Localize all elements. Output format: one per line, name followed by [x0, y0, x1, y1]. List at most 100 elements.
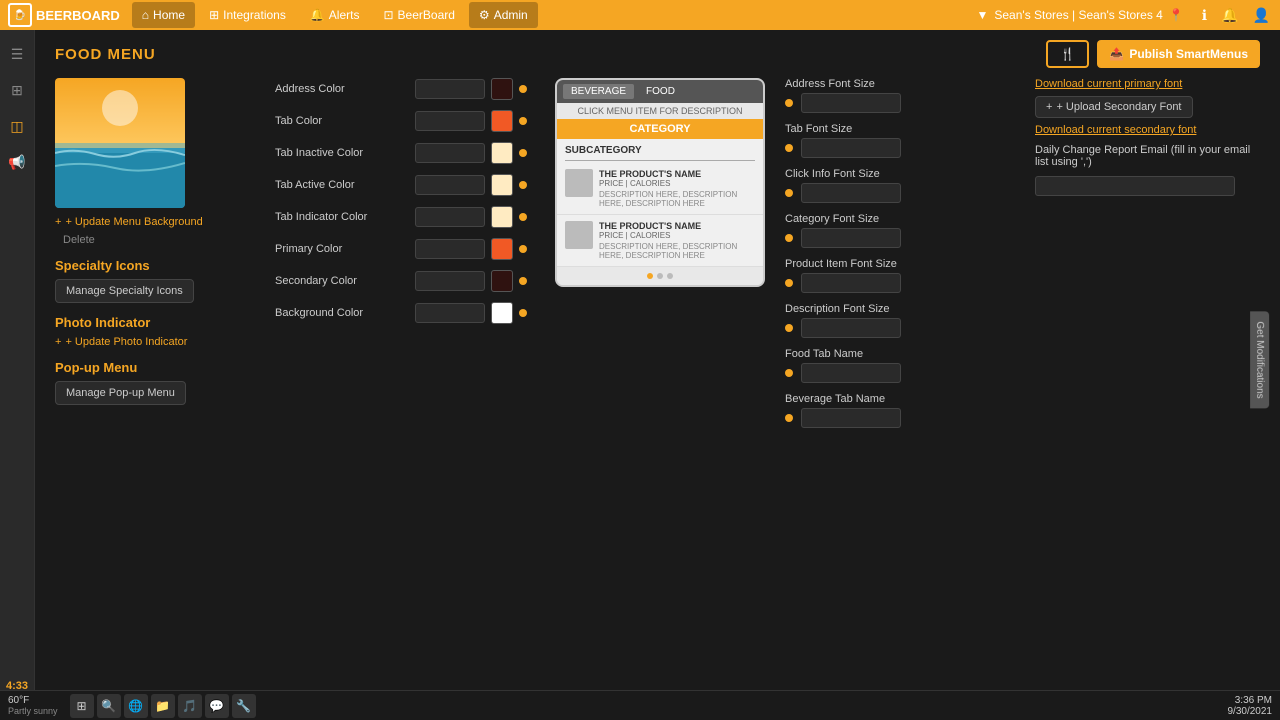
- update-menu-background-button[interactable]: + + Update Menu Background: [55, 216, 203, 228]
- food-tab-name-row: Food Tab Name: [785, 348, 1005, 383]
- tab-indicator-color-connector: [519, 213, 527, 221]
- nav-integrations[interactable]: ⊞ Integrations: [199, 2, 296, 28]
- primary-color-swatch[interactable]: [491, 238, 513, 260]
- manage-specialty-icons-button[interactable]: Manage Specialty Icons: [55, 279, 194, 303]
- taskbar-apps: ⊞ 🔍 🌐 📁 🎵 💬 🔧: [70, 694, 1224, 718]
- beverage-tab-name-input[interactable]: THIRSTY#: [801, 408, 901, 428]
- address-font-size-input[interactable]: 14px: [801, 93, 901, 113]
- preview-category-bar[interactable]: CATEGORY: [557, 119, 763, 139]
- nav-beerboard[interactable]: ⊡ BeerBoard: [373, 2, 464, 28]
- download-primary-font-link[interactable]: Download current primary font: [1035, 78, 1265, 90]
- upload-secondary-font-button[interactable]: + + Upload Secondary Font: [1035, 96, 1193, 118]
- taskbar-weather: 60°F Partly sunny: [8, 695, 58, 716]
- page-title: FOOD MENU: [55, 46, 156, 63]
- background-color-input[interactable]: #ffffff: [415, 303, 485, 323]
- nav-alerts[interactable]: 🔔 Alerts: [300, 2, 370, 28]
- tab-color-connector: [519, 117, 527, 125]
- taskbar-app-6[interactable]: 💬: [205, 694, 229, 718]
- beverage-tab-name-connector: [785, 414, 793, 422]
- update-photo-indicator-button[interactable]: + + Update Photo Indicator: [55, 336, 187, 348]
- preview-click-info: CLICK MENU ITEM FOR DESCRIPTION: [557, 103, 763, 119]
- address-color-label: Address Color: [275, 83, 415, 95]
- nav-admin[interactable]: ⚙ Admin: [469, 2, 538, 28]
- taskbar-app-7[interactable]: 🔧: [232, 694, 256, 718]
- publish-icon: 📤: [1109, 47, 1124, 61]
- taskbar-clock: 3:36 PM 9/30/2021: [1228, 695, 1273, 717]
- secondary-color-swatch[interactable]: [491, 270, 513, 292]
- primary-color-input[interactable]: #f15925: [415, 239, 485, 259]
- sidebar-icon-4[interactable]: 📢: [3, 148, 31, 176]
- menu-background-image: [55, 78, 185, 208]
- tab-font-size-input[interactable]: 26px: [801, 138, 901, 158]
- product-item-font-size-input[interactable]: 24px: [801, 273, 901, 293]
- preview-pagination: [557, 267, 763, 285]
- tab-active-color-connector: [519, 181, 527, 189]
- background-color-swatch[interactable]: [491, 302, 513, 324]
- notification-button[interactable]: 🔔: [1219, 7, 1240, 24]
- description-font-size-input[interactable]: 16px: [801, 318, 901, 338]
- background-color-connector: [519, 309, 527, 317]
- store-filter[interactable]: ▼ Sean's Stores | Sean's Stores 4 📍: [976, 8, 1183, 22]
- sidebar-icon-2[interactable]: ⊞: [3, 76, 31, 104]
- manage-popup-menu-button[interactable]: Manage Pop-up Menu: [55, 381, 186, 405]
- nav-home[interactable]: ⌂ Home: [132, 2, 195, 28]
- tab-inactive-color-input[interactable]: #ffebc2: [415, 143, 485, 163]
- secondary-color-row: Secondary Color #2f1210: [275, 270, 535, 292]
- taskbar-app-2[interactable]: 🔍: [97, 694, 121, 718]
- secondary-color-input[interactable]: #2f1210: [415, 271, 485, 291]
- nav-home-label: Home: [153, 8, 185, 22]
- tab-indicator-color-swatch[interactable]: [491, 206, 513, 228]
- tab-font-size-connector: [785, 144, 793, 152]
- update-bg-label: + Update Menu Background: [65, 216, 202, 228]
- address-color-input[interactable]: #2f1210: [415, 79, 485, 99]
- address-color-swatch[interactable]: [491, 78, 513, 100]
- food-tab-name-input[interactable]: [801, 363, 901, 383]
- left-sidebar: ☰ ⊞ ◫ 📢 4:33: [0, 30, 35, 720]
- preview-tab-food[interactable]: FOOD: [638, 84, 683, 99]
- taskbar-app-3[interactable]: 🌐: [124, 694, 148, 718]
- sidebar-icon-3[interactable]: ◫: [3, 112, 31, 140]
- taskbar-app-5[interactable]: 🎵: [178, 694, 202, 718]
- background-color-row: Background Color #ffffff: [275, 302, 535, 324]
- category-font-size-input[interactable]: 21px: [801, 228, 901, 248]
- delete-button[interactable]: Delete: [63, 234, 95, 246]
- daily-change-email-input[interactable]: [1035, 176, 1235, 196]
- background-color-label: Background Color: [275, 307, 415, 319]
- sidebar-icon-1[interactable]: ☰: [3, 40, 31, 68]
- address-font-size-connector: [785, 99, 793, 107]
- taskbar-right: 3:36 PM 9/30/2021: [1228, 695, 1273, 717]
- info-button[interactable]: ℹ: [1200, 7, 1209, 24]
- taskbar-app-1[interactable]: ⊞: [70, 694, 94, 718]
- preview-product-1-image: [565, 169, 593, 197]
- font-size-panel: Address Font Size 14px Tab Font Size 26p…: [785, 78, 1005, 438]
- preview-product-2-desc: DESCRIPTION HERE, DESCRIPTION HERE, DESC…: [599, 242, 755, 260]
- preview-product-2: THE PRODUCT'S NAME PRICE | CALORIES DESC…: [557, 215, 763, 267]
- beverage-tab-name-label: Beverage Tab Name: [785, 393, 1005, 405]
- preview-product-2-info: THE PRODUCT'S NAME PRICE | CALORIES DESC…: [599, 221, 755, 260]
- publish-smartmenus-button[interactable]: 📤 Publish SmartMenus: [1097, 40, 1260, 68]
- taskbar-app-4[interactable]: 📁: [151, 694, 175, 718]
- primary-color-label: Primary Color: [275, 243, 415, 255]
- click-info-font-size-input[interactable]: 16px: [801, 183, 901, 203]
- far-right-panel: Download current primary font + + Upload…: [1025, 78, 1265, 438]
- left-panel: + + Update Menu Background Delete Specia…: [55, 78, 255, 438]
- user-button[interactable]: 👤: [1251, 7, 1272, 24]
- category-font-size-row: Category Font Size 21px: [785, 213, 1005, 248]
- preview-product-1-price: PRICE | CALORIES: [599, 179, 755, 188]
- tab-inactive-color-row: Tab Inactive Color #ffebc2: [275, 142, 535, 164]
- tab-color-label: Tab Color: [275, 115, 415, 127]
- photo-indicator-label: Photo Indicator: [55, 315, 255, 330]
- preview-tab-beverage[interactable]: BEVERAGE: [563, 84, 634, 99]
- food-tab-label: FOOD: [646, 86, 675, 97]
- panel-layout: + + Update Menu Background Delete Specia…: [35, 78, 1280, 458]
- tab-active-color-swatch[interactable]: [491, 174, 513, 196]
- tab-active-color-input[interactable]: #ffebc2: [415, 175, 485, 195]
- tab-color-swatch[interactable]: [491, 110, 513, 132]
- tab-indicator-color-input[interactable]: #ffebc2: [415, 207, 485, 227]
- download-secondary-font-link[interactable]: Download current secondary font: [1035, 124, 1265, 136]
- preview-header: BEVERAGE FOOD: [557, 80, 763, 103]
- tab-color-input[interactable]: #f15925: [415, 111, 485, 131]
- menu-icon-button[interactable]: 🍴: [1046, 40, 1089, 68]
- get-modifications-tab[interactable]: Get Modifications: [1250, 311, 1269, 408]
- tab-inactive-color-swatch[interactable]: [491, 142, 513, 164]
